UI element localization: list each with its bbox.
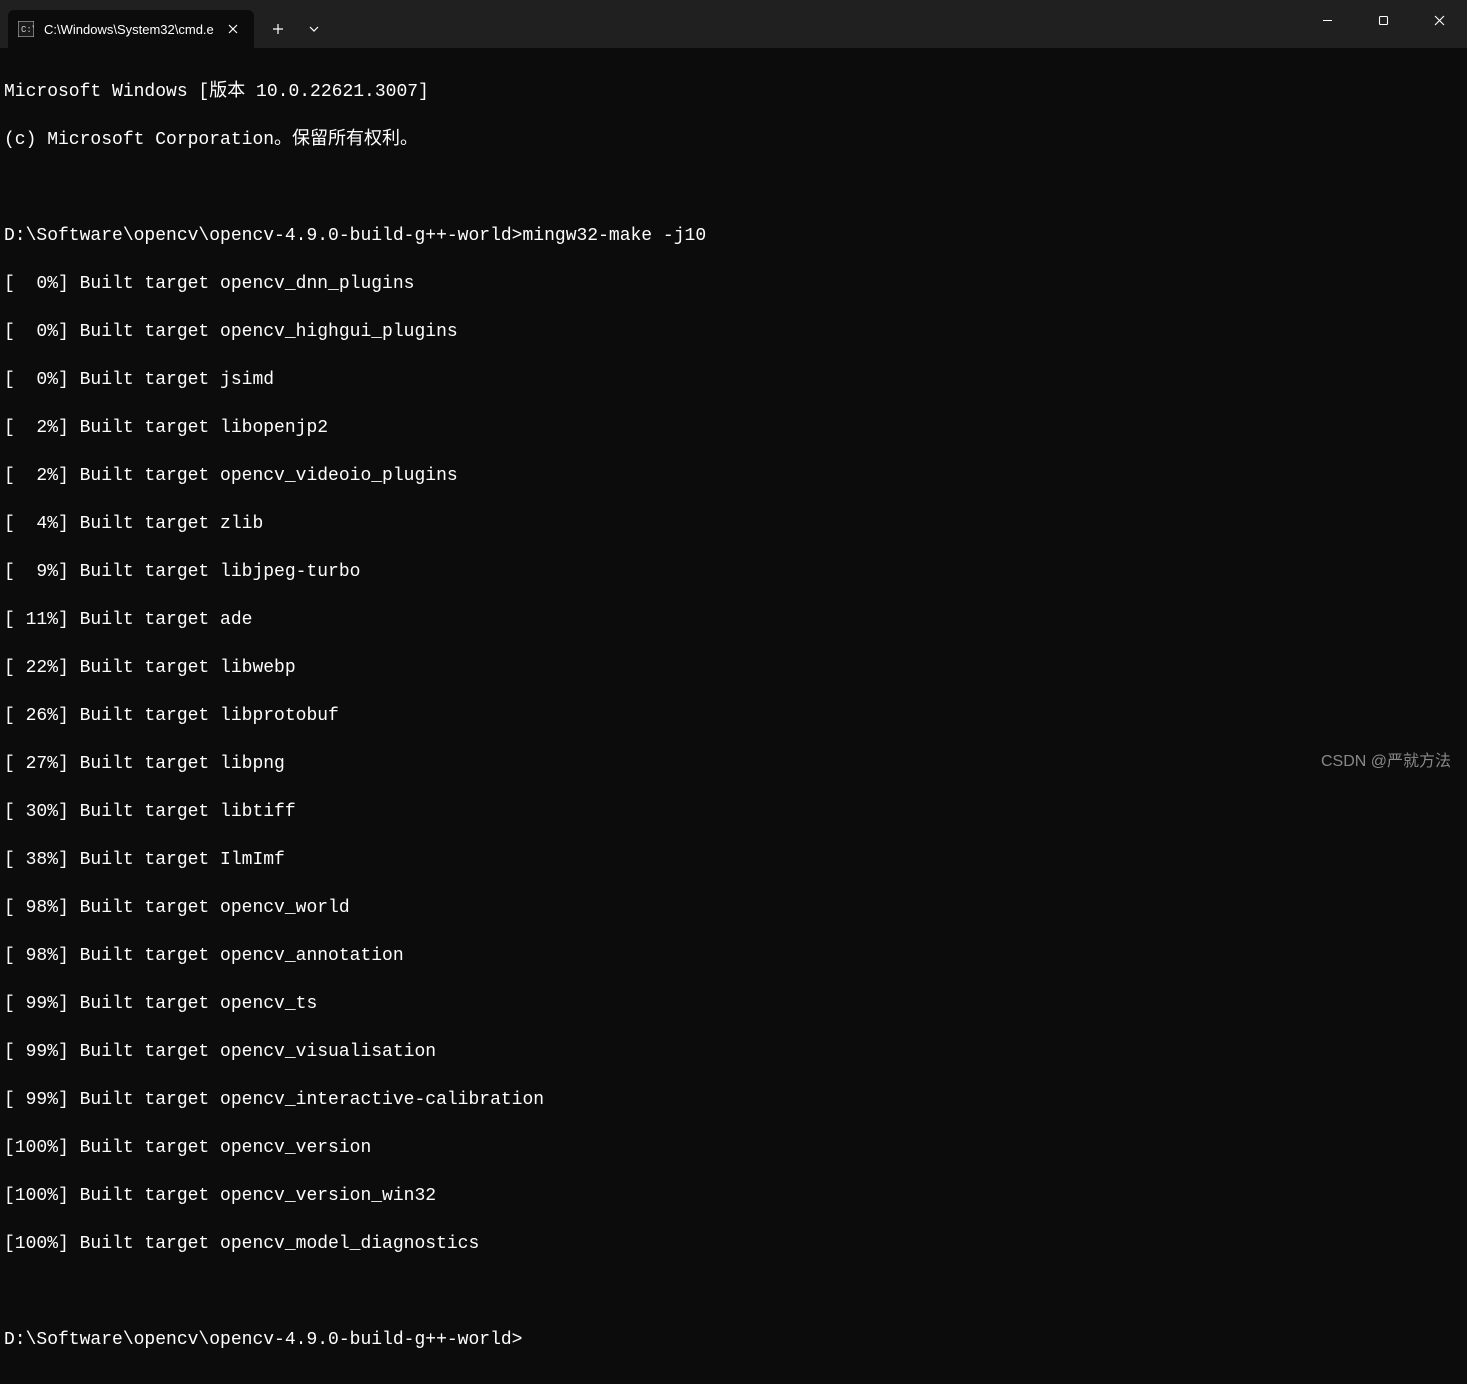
build-line: [ 99%] Built target opencv_ts <box>4 992 1463 1016</box>
build-line: [ 98%] Built target opencv_world <box>4 896 1463 920</box>
build-line: [ 99%] Built target opencv_visualisation <box>4 1040 1463 1064</box>
titlebar-left: C:\ C:\Windows\System32\cmd.e <box>0 0 332 48</box>
svg-text:C:\: C:\ <box>21 25 34 35</box>
build-line: [ 0%] Built target jsimd <box>4 368 1463 392</box>
build-line: [ 11%] Built target ade <box>4 608 1463 632</box>
tab-dropdown-button[interactable] <box>296 11 332 47</box>
build-line: [ 0%] Built target opencv_highgui_plugin… <box>4 320 1463 344</box>
cmd-icon: C:\ <box>18 21 34 37</box>
build-line: [ 2%] Built target libopenjp2 <box>4 416 1463 440</box>
terminal-output[interactable]: Microsoft Windows [版本 10.0.22621.3007] (… <box>0 48 1467 1384</box>
build-line: [ 99%] Built target opencv_interactive-c… <box>4 1088 1463 1112</box>
build-line: [100%] Built target opencv_model_diagnos… <box>4 1232 1463 1256</box>
terminal-prompt: D:\Software\opencv\opencv-4.9.0-build-g+… <box>4 224 1463 248</box>
new-tab-button[interactable] <box>260 11 296 47</box>
build-line: [ 30%] Built target libtiff <box>4 800 1463 824</box>
window-controls <box>1299 0 1467 48</box>
terminal-line <box>4 1280 1463 1304</box>
build-line: [ 9%] Built target libjpeg-turbo <box>4 560 1463 584</box>
build-line: [ 27%] Built target libpng <box>4 752 1463 776</box>
tab-title: C:\Windows\System32\cmd.e <box>44 22 214 37</box>
close-tab-button[interactable] <box>224 20 242 38</box>
maximize-button[interactable] <box>1355 0 1411 40</box>
build-line: [ 22%] Built target libwebp <box>4 656 1463 680</box>
build-line: [ 38%] Built target IlmImf <box>4 848 1463 872</box>
terminal-line <box>4 176 1463 200</box>
terminal-tab[interactable]: C:\ C:\Windows\System32\cmd.e <box>8 10 254 48</box>
build-line: [ 26%] Built target libprotobuf <box>4 704 1463 728</box>
build-line: [ 0%] Built target opencv_dnn_plugins <box>4 272 1463 296</box>
terminal-line: Microsoft Windows [版本 10.0.22621.3007] <box>4 80 1463 104</box>
minimize-button[interactable] <box>1299 0 1355 40</box>
build-line: [ 2%] Built target opencv_videoio_plugin… <box>4 464 1463 488</box>
watermark: CSDN @严就方法 <box>1321 747 1451 771</box>
build-line: [ 4%] Built target zlib <box>4 512 1463 536</box>
build-line: [100%] Built target opencv_version_win32 <box>4 1184 1463 1208</box>
build-line: [100%] Built target opencv_version <box>4 1136 1463 1160</box>
build-line: [ 98%] Built target opencv_annotation <box>4 944 1463 968</box>
terminal-line: (c) Microsoft Corporation。保留所有权利。 <box>4 128 1463 152</box>
window-titlebar: C:\ C:\Windows\System32\cmd.e <box>0 0 1467 48</box>
close-window-button[interactable] <box>1411 0 1467 40</box>
terminal-prompt: D:\Software\opencv\opencv-4.9.0-build-g+… <box>4 1328 1463 1352</box>
